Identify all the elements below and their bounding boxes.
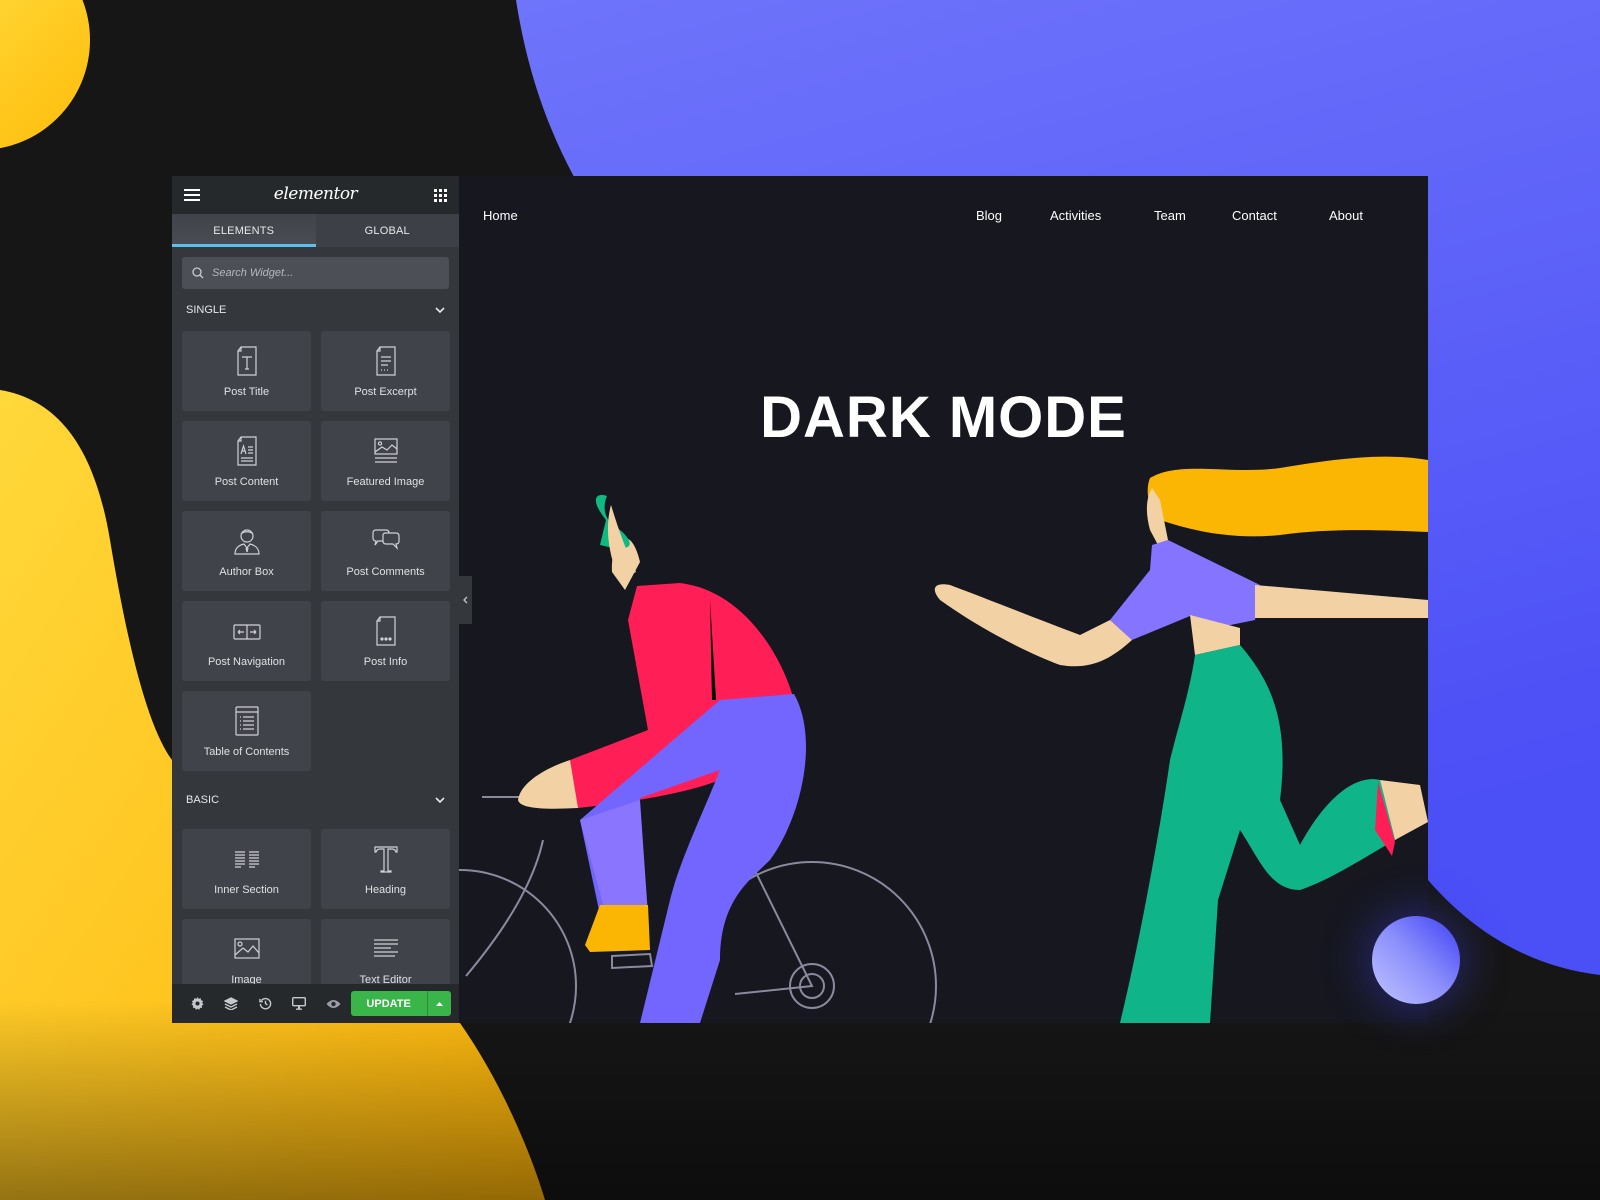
history-icon[interactable] [248,997,282,1010]
panel-footer: UPDATE [172,984,459,1023]
section-title: SINGLE [186,304,227,316]
hero-illustration [459,456,1428,1023]
widget-post-content[interactable]: Post Content [182,421,311,501]
post-excerpt-icon [375,345,396,376]
inner-section-icon [234,850,259,868]
preview-eye-icon[interactable] [317,999,351,1009]
table-of-contents-icon [234,705,259,736]
settings-icon[interactable] [180,997,214,1010]
chevron-left-icon [463,596,468,604]
grid-icon[interactable] [434,188,447,202]
update-button[interactable]: UPDATE [350,991,427,1016]
author-box-icon [233,528,260,555]
widget-post-excerpt[interactable]: Post Excerpt [321,331,450,411]
hamburger-icon[interactable] [184,189,200,201]
elementor-logo: elementor [273,184,358,204]
post-navigation-icon [232,623,261,640]
layers-icon[interactable] [214,997,248,1010]
post-info-icon [375,615,396,646]
widget-post-comments[interactable]: Post Comments [321,511,450,591]
widget-grid-basic: Inner Section Heading Image Text Editor [172,829,459,999]
tab-elements[interactable]: ELEMENTS [172,214,316,247]
cyclist-illustration [518,495,807,1023]
featured-image-icon [373,437,398,463]
heading-icon [373,845,398,873]
runner-illustration [934,456,1428,1023]
image-icon [233,937,260,959]
tab-global[interactable]: GLOBAL [315,214,459,247]
widget-post-title[interactable]: Post Title [182,331,311,411]
panel-tabs: ELEMENTS GLOBAL [172,214,459,247]
post-comments-icon [371,528,400,550]
chevron-down-icon [435,797,445,803]
section-header-single[interactable]: SINGLE [172,289,459,331]
update-options-button[interactable] [426,991,452,1016]
decorative-orb [1372,916,1460,1004]
search-icon [192,267,204,279]
widget-post-navigation[interactable]: Post Navigation [182,601,311,681]
chevron-down-icon [435,307,445,313]
search-widget-field [182,257,449,289]
widget-inner-section[interactable]: Inner Section [182,829,311,909]
widget-heading[interactable]: Heading [321,829,450,909]
text-editor-icon [373,938,398,957]
widget-grid-single: Post Title Post Excerpt Post Content Fea… [172,331,459,771]
post-title-icon [236,345,257,376]
section-header-basic[interactable]: BASIC [172,771,459,829]
collapse-panel-button[interactable] [459,576,472,624]
responsive-icon[interactable] [282,997,316,1010]
widget-author-box[interactable]: Author Box [182,511,311,591]
post-content-icon [236,435,257,466]
widget-table-of-contents[interactable]: Table of Contents [182,691,311,771]
section-title: BASIC [186,794,220,806]
panel-header: elementor [172,176,459,214]
widget-post-info[interactable]: Post Info [321,601,450,681]
widget-featured-image[interactable]: Featured Image [321,421,450,501]
elementor-panel: elementor ELEMENTS GLOBAL SINGLE Post Ti… [172,176,459,1023]
update-button-group: UPDATE [350,991,452,1016]
caret-up-icon [435,1001,443,1006]
bottom-fade [0,1000,1600,1200]
search-widget-input[interactable] [210,266,434,280]
website-preview: Home Blog Activities Team Contact About … [459,176,1428,1023]
yellow-circle-shape [0,0,90,149]
